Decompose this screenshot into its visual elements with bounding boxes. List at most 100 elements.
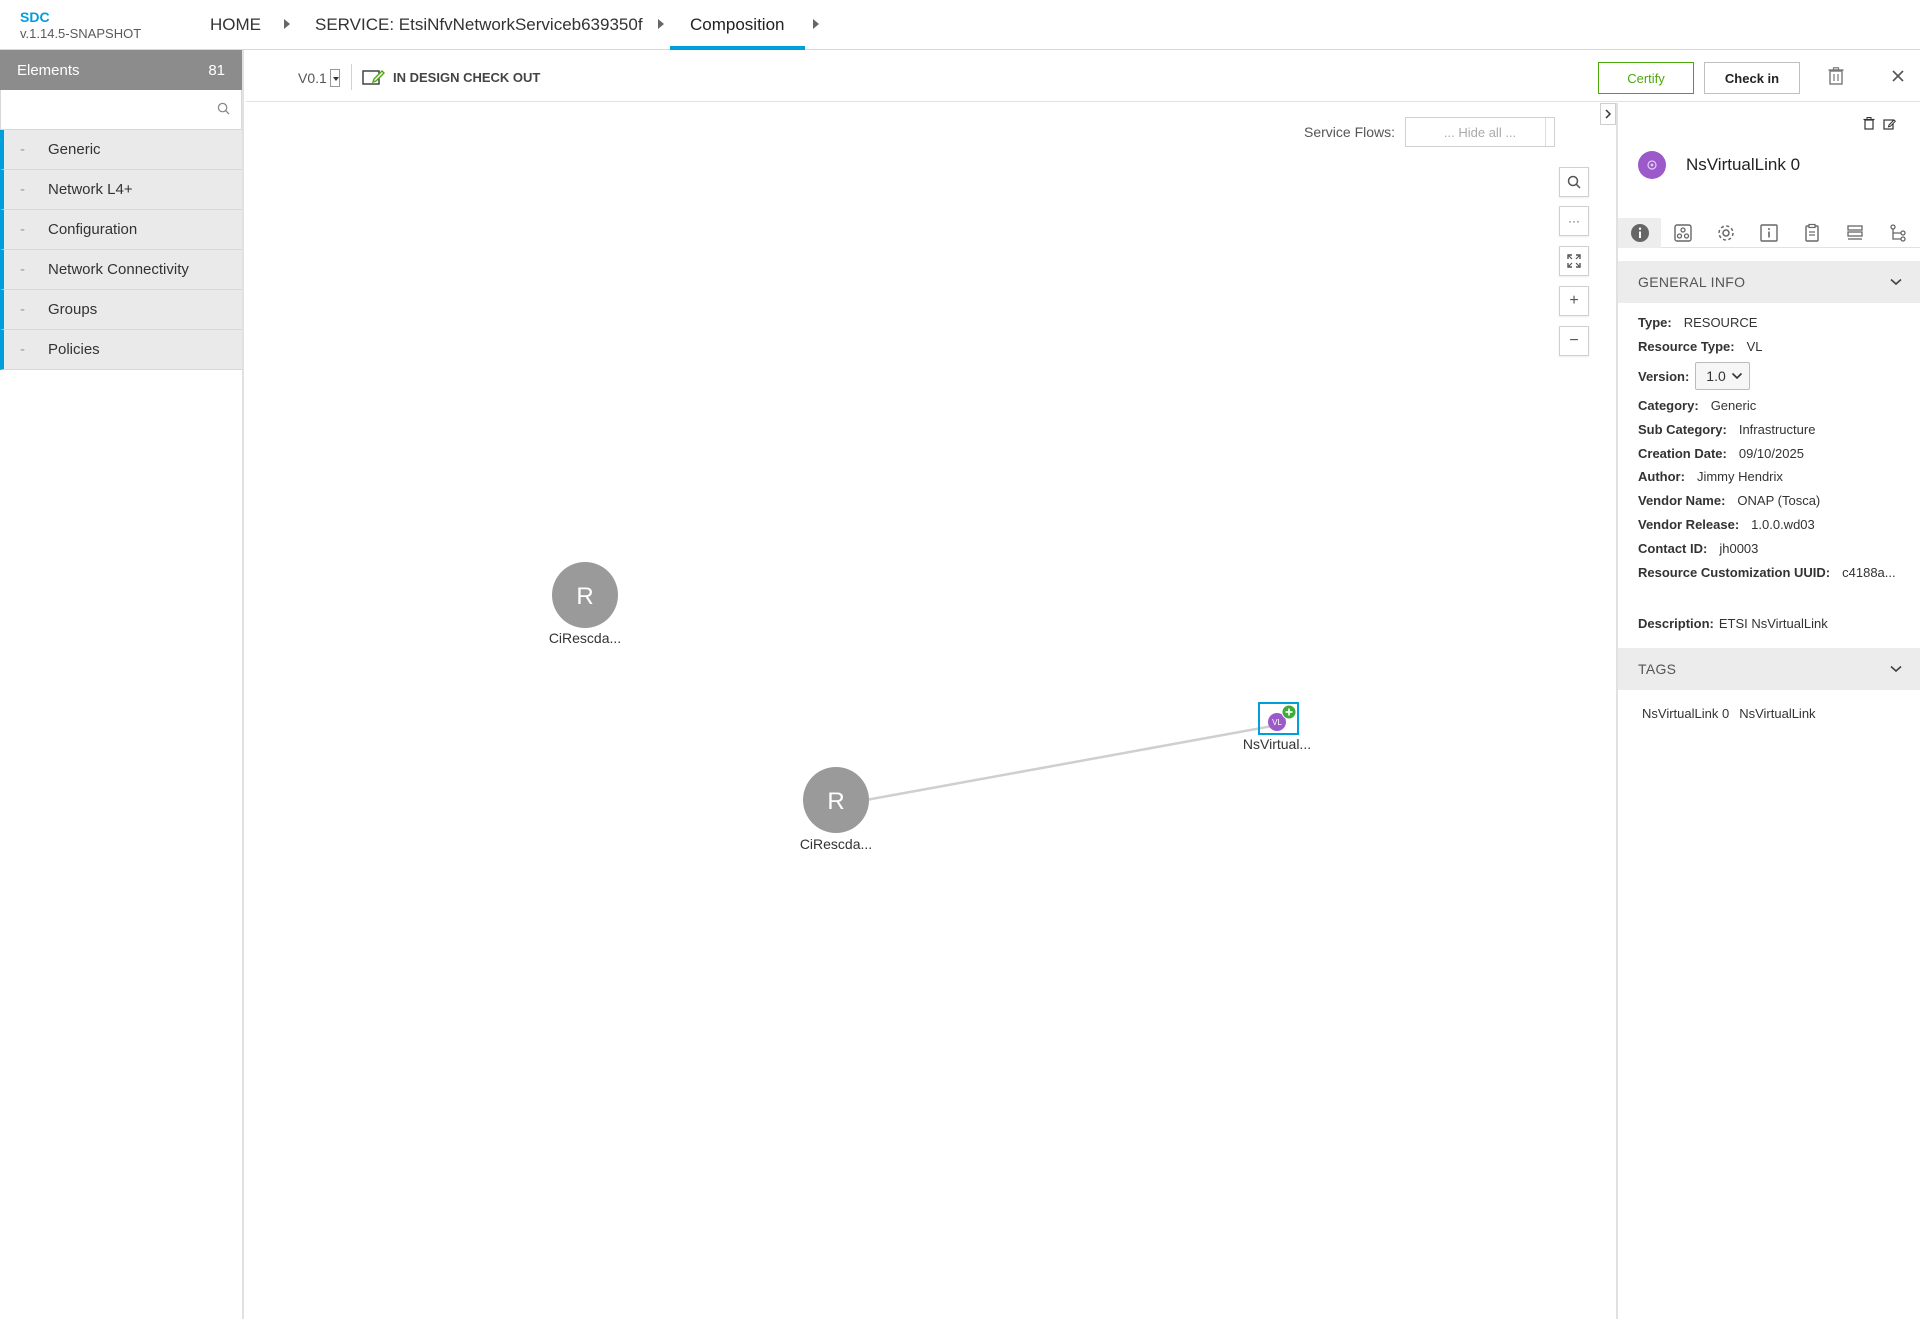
info-value: jh0003 <box>1719 540 1759 556</box>
info-row-type: Type: RESOURCE <box>1638 311 1914 335</box>
category-policies[interactable]: - Policies <box>0 330 242 370</box>
info-row-description: Description: ETSI NsVirtualLink <box>1638 612 1914 636</box>
info-row-subcategory: Sub Category: Infrastructure <box>1638 417 1914 441</box>
resource-node[interactable]: R <box>552 562 618 628</box>
node-letter: R <box>576 583 593 610</box>
trash-icon <box>1828 67 1844 85</box>
info-value: ETSI NsVirtualLink <box>1718 616 1828 632</box>
info-row-creation-date: Creation Date: 09/10/2025 <box>1638 441 1914 465</box>
breadcrumb-home[interactable]: HOME <box>210 0 261 50</box>
collapse-dash: - <box>20 181 25 198</box>
tab-composition[interactable] <box>1833 218 1876 248</box>
vl-icon <box>1638 151 1666 179</box>
edit-icon[interactable] <box>1883 117 1896 130</box>
elements-palette: Elements 81 - Generic - Network L4+ - Confi… <box>0 50 244 1319</box>
info-key: Creation Date: <box>1638 445 1727 461</box>
workspace-toolbar: V0.1 IN DESIGN CHECK OUT Certify Check i… <box>246 50 1920 102</box>
stack-icon <box>1846 225 1863 240</box>
tags-header[interactable]: TAGS <box>1618 648 1920 690</box>
delete-version-button[interactable] <box>1826 66 1846 86</box>
category-groups[interactable]: - Groups <box>0 290 242 330</box>
info-row-customization-uuid: Resource Customization UUID: c4188a... <box>1638 560 1914 584</box>
elements-header: Elements 81 <box>0 50 242 90</box>
tag-item: NsVirtualLink 0 <box>1642 706 1730 721</box>
close-button[interactable] <box>1888 66 1908 86</box>
node-letter: VL <box>1272 718 1282 727</box>
tags-title: TAGS <box>1638 661 1677 677</box>
category-label: Groups <box>48 301 98 318</box>
info-key: Author: <box>1638 469 1685 485</box>
info-row-vendor-name: Vendor Name: ONAP (Tosca) <box>1638 489 1914 513</box>
artifacts-icon <box>1673 224 1692 242</box>
tab-general-info[interactable] <box>1618 218 1661 248</box>
chevron-down-icon[interactable] <box>329 69 340 87</box>
general-info-header[interactable]: GENERAL INFO <box>1618 261 1920 303</box>
info-key: Type: <box>1638 315 1672 331</box>
info-key: Vendor Name: <box>1638 493 1726 509</box>
category-network-l4[interactable]: - Network L4+ <box>0 170 242 210</box>
collapse-dash: - <box>20 141 25 158</box>
info-row-category: Category: Generic <box>1638 394 1914 418</box>
info-value: 1.0.0.wd03 <box>1751 516 1815 532</box>
checkout-edit-icon <box>362 70 385 85</box>
info-row-author: Author: Jimmy Hendrix <box>1638 465 1914 489</box>
chevron-down-icon[interactable] <box>1890 665 1902 673</box>
info-value: c4188a... <box>1842 564 1896 580</box>
category-network-connectivity[interactable]: - Network Connectivity <box>0 250 242 290</box>
collapse-dash: - <box>20 341 25 358</box>
breadcrumb-service[interactable]: SERVICE: EtsiNfvNetworkServiceb639350f <box>315 0 643 50</box>
node-label[interactable]: CiRescda... <box>781 836 891 852</box>
info-value: Jimmy Hendrix <box>1696 469 1783 485</box>
check-in-button[interactable]: Check in <box>1704 62 1800 94</box>
chevron-down-icon[interactable] <box>1890 278 1902 286</box>
elements-count: 81 <box>208 61 225 79</box>
tag-item: NsVirtualLink <box>1739 706 1816 721</box>
tab-api[interactable] <box>1790 218 1833 248</box>
certify-button[interactable]: Certify <box>1598 62 1694 94</box>
tab-properties[interactable] <box>1704 218 1747 248</box>
top-navigation-bar: SDC v.1.14.5-SNAPSHOT HOME SERVICE: Etsi… <box>0 0 1920 50</box>
info-key: Version: <box>1638 368 1690 384</box>
tab-relations[interactable] <box>1876 218 1919 248</box>
node-label[interactable]: CiRescda... <box>530 630 640 646</box>
info-row-version: Version: 1.0 <box>1638 359 1914 394</box>
info-row-vendor-release: Vendor Release: 1.0.0.wd03 <box>1638 513 1914 537</box>
version-dropdown-value: 1.0 <box>1706 368 1726 385</box>
elements-search-input[interactable] <box>1 90 241 129</box>
tab-information-artifacts[interactable] <box>1747 218 1790 248</box>
component-title: NsVirtualLink 0 <box>1638 151 1800 179</box>
breadcrumb-arrow-icon[interactable] <box>658 19 664 29</box>
info-key: Vendor Release: <box>1638 516 1740 532</box>
gear-icon <box>1717 225 1734 241</box>
breadcrumb-composition[interactable]: Composition <box>670 0 804 50</box>
app-version: v.1.14.5-SNAPSHOT <box>20 26 142 41</box>
connection-line[interactable] <box>865 723 1279 802</box>
node-label[interactable]: NsVirtual... <box>1222 736 1332 752</box>
resource-node[interactable]: R <box>803 767 869 833</box>
info-key: Contact ID: <box>1638 540 1708 556</box>
virtual-link-node[interactable]: VL <box>1258 702 1299 735</box>
panel-tabs <box>1618 218 1920 248</box>
composition-graph: R R VL <box>552 562 1299 833</box>
component-name: NsVirtualLink 0 <box>1686 155 1801 174</box>
category-label: Generic <box>48 141 101 158</box>
search-icon[interactable] <box>217 102 230 115</box>
version-dropdown[interactable]: 1.0 <box>1695 362 1750 391</box>
trash-icon[interactable] <box>1863 117 1875 130</box>
version-value: V0.1 <box>298 70 327 86</box>
node-letter: R <box>827 788 844 815</box>
collapse-dash: - <box>20 301 25 318</box>
collapse-dash: - <box>20 261 25 278</box>
elements-search <box>0 90 242 130</box>
category-generic[interactable]: - Generic <box>0 130 242 170</box>
version-select[interactable]: V0.1 <box>298 69 340 87</box>
breadcrumb-arrow-icon[interactable] <box>284 19 290 29</box>
details-panel: NsVirtualLink 0 GENERAL INFO Type: RESOU… <box>1616 103 1920 1319</box>
breadcrumb-arrow-icon[interactable] <box>813 19 819 29</box>
info-row-resource-type: Resource Type: VL <box>1638 335 1914 359</box>
app-logo[interactable]: SDC v.1.14.5-SNAPSHOT <box>20 9 141 42</box>
info-value: Generic <box>1710 397 1757 413</box>
tab-deployment-artifacts[interactable] <box>1661 218 1704 248</box>
composition-canvas[interactable]: Service Flows: ... Hide all ... ··· + − … <box>246 103 1616 1319</box>
category-configuration[interactable]: - Configuration <box>0 210 242 250</box>
